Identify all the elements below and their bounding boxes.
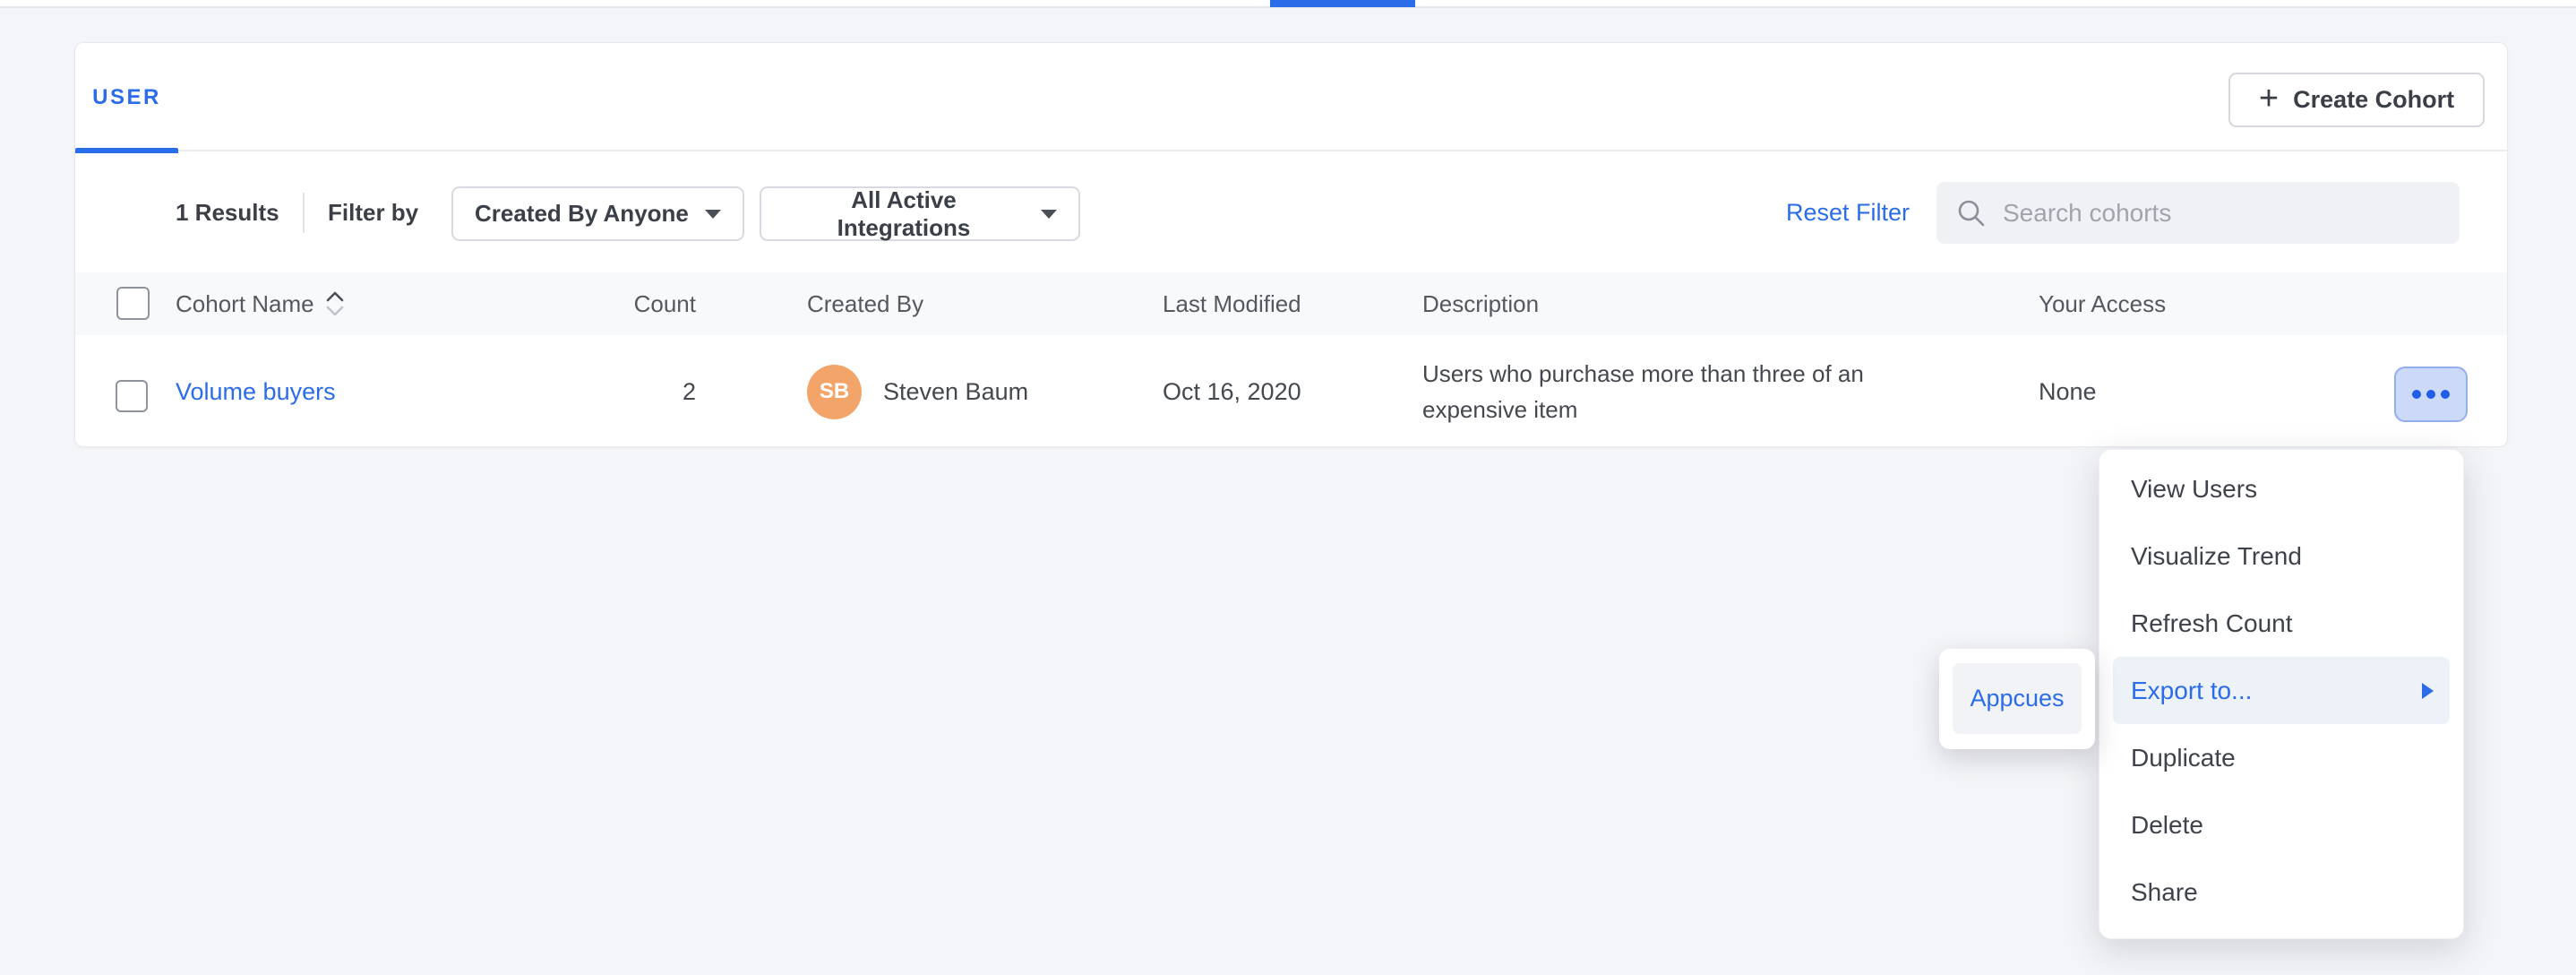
cohort-name-link[interactable]: Volume buyers [176,335,336,448]
integrations-dropdown[interactable]: All Active Integrations [760,186,1080,241]
integrations-dropdown-label: All Active Integrations [783,186,1025,242]
more-options-button[interactable] [2394,367,2468,422]
context-menu: View Users Visualize Trend Refresh Count… [2099,449,2464,939]
created-by-cell: SB Steven Baum [807,335,1028,448]
more-options-icon [2441,390,2450,399]
export-submenu: Appcues [1939,649,2095,749]
avatar: SB [807,365,862,419]
cohorts-card: USER + Create Cohort 1 Results Filter by… [74,42,2508,447]
your-access-cell: None [2039,335,2097,448]
search-icon [1956,198,1987,229]
tab-user-label: USER [92,85,161,110]
menu-item-refresh-count[interactable]: Refresh Count [2099,590,2463,657]
caret-down-icon [1041,210,1057,219]
filter-row: 1 Results Filter by Created By Anyone Al… [75,153,2507,272]
more-options-icon [2426,390,2435,399]
menu-item-delete[interactable]: Delete [2099,791,2463,859]
row-checkbox[interactable] [116,380,148,412]
top-nav-strip [0,0,2576,8]
plus-icon: + [2259,82,2279,116]
column-header-your-access: Your Access [2039,272,2166,335]
column-header-last-modified: Last Modified [1163,272,1301,335]
created-by-dropdown[interactable]: Created By Anyone [451,186,744,241]
create-cohort-button[interactable]: + Create Cohort [2228,73,2485,127]
tab-user[interactable]: USER [75,43,178,151]
menu-item-export-to[interactable]: Export to... [2113,657,2450,724]
menu-item-view-users[interactable]: View Users [2099,455,2463,522]
menu-item-share[interactable]: Share [2099,859,2463,926]
table-header: Cohort Name Count Created By Last Modifi… [75,272,2507,335]
search-box[interactable] [1936,182,2460,244]
create-cohort-label: Create Cohort [2293,86,2454,114]
description-cell: Users who purchase more than three of an… [1422,335,1942,448]
caret-down-icon [705,210,721,219]
table-row: Volume buyers 2 SB Steven Baum Oct 16, 2… [75,335,2507,448]
filter-by-label: Filter by [328,153,418,272]
search-input[interactable] [2003,199,2440,228]
cohort-name-header-label: Cohort Name [176,290,314,318]
divider [303,193,305,233]
cohort-count: 2 [559,335,696,448]
menu-item-duplicate[interactable]: Duplicate [2099,724,2463,791]
reset-filter-link[interactable]: Reset Filter [1786,153,1910,272]
column-header-description: Description [1422,272,1539,335]
select-all-checkbox[interactable] [116,287,150,320]
column-header-created-by: Created By [807,272,923,335]
column-header-cohort-name[interactable]: Cohort Name [176,272,345,335]
column-header-count: Count [559,272,696,335]
submenu-item-appcues[interactable]: Appcues [1953,663,2082,734]
created-by-name: Steven Baum [883,378,1028,406]
menu-item-visualize-trend[interactable]: Visualize Trend [2099,522,2463,590]
sort-icon[interactable] [325,289,345,318]
tab-bar: USER + Create Cohort [75,43,2507,151]
last-modified-cell: Oct 16, 2020 [1163,335,1301,448]
more-options-icon [2412,390,2421,399]
results-count: 1 Results [176,153,279,272]
submenu-arrow-icon [2422,683,2434,699]
active-nav-tab-indicator [1270,0,1415,7]
created-by-dropdown-label: Created By Anyone [475,200,689,228]
menu-item-export-to-label: Export to... [2131,677,2252,705]
